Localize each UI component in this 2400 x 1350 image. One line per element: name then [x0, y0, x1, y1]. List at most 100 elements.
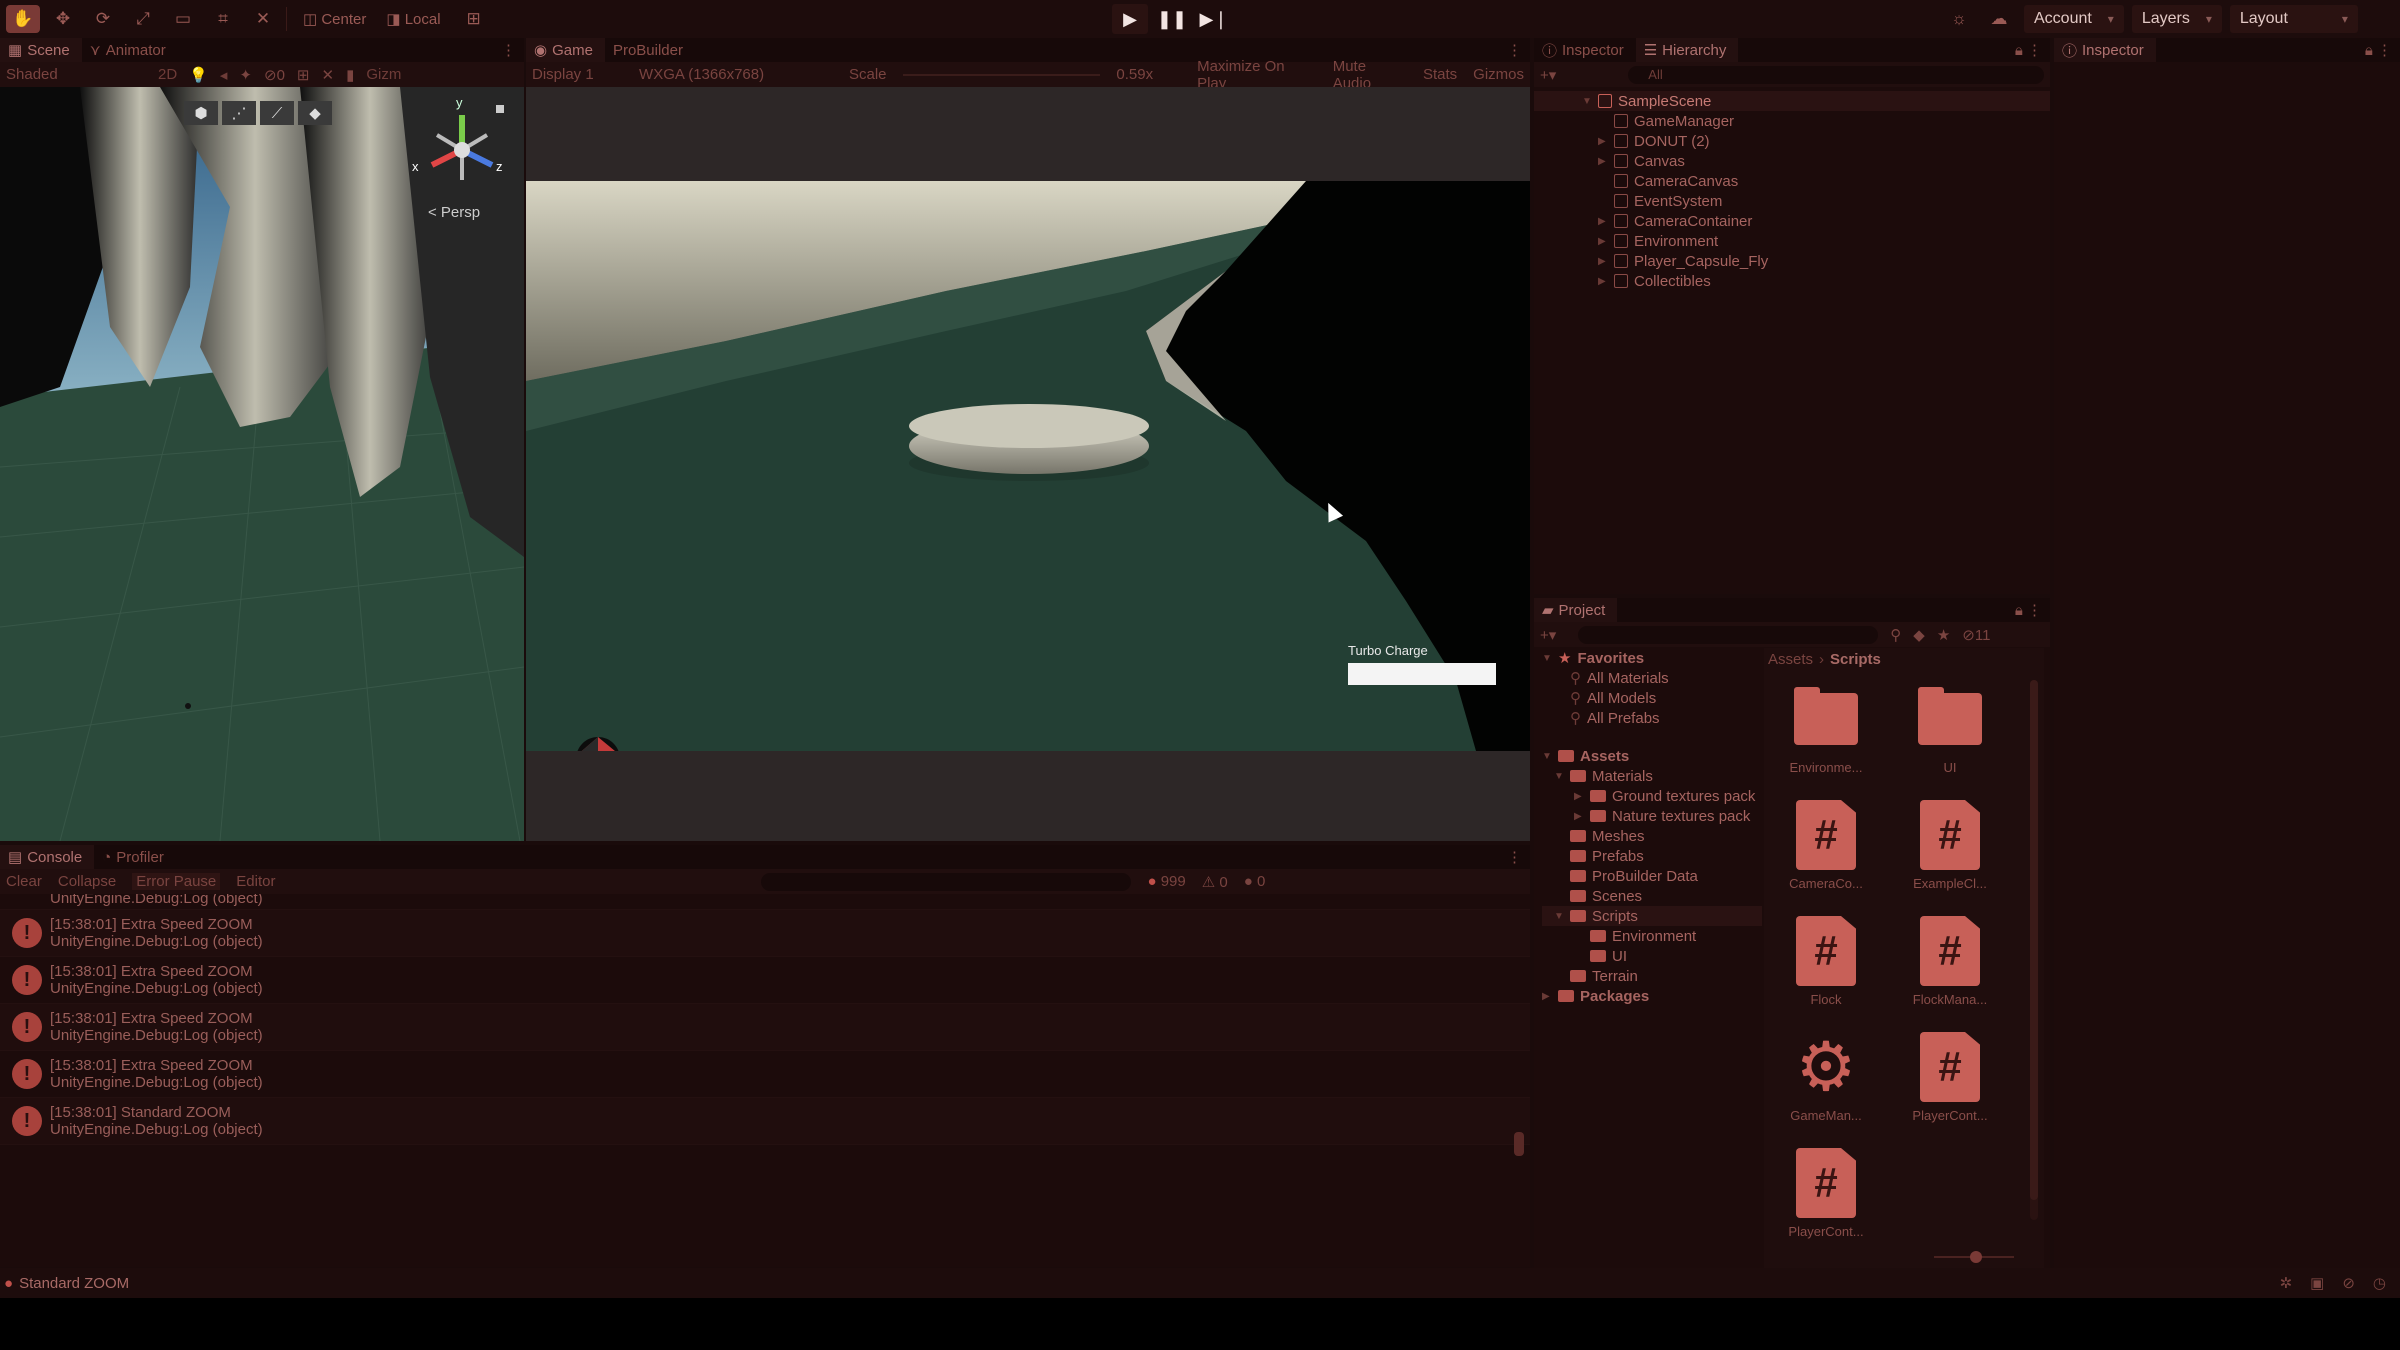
- lock-icon[interactable]: 🔒︎ ⋮: [2365, 41, 2400, 59]
- tab-probuilder[interactable]: ProBuilder: [605, 38, 695, 62]
- package-icon[interactable]: ▣: [2310, 1274, 2324, 1292]
- project-tree-item[interactable]: UI: [1542, 946, 1762, 966]
- project-tree-item[interactable]: ▼ Materials: [1542, 766, 1762, 786]
- account-dropdown[interactable]: Account: [2024, 5, 2124, 33]
- rotate-tool-icon[interactable]: ⟳: [86, 5, 120, 33]
- hierarchy-item[interactable]: GameManager: [1582, 111, 2050, 131]
- hierarchy-item[interactable]: ▶ Canvas: [1582, 151, 2050, 171]
- tab-console[interactable]: ▤ Console: [0, 845, 95, 869]
- step-button[interactable]: ▶❘: [1196, 4, 1232, 34]
- project-tree-item[interactable]: ▶ Ground textures pack: [1542, 786, 1762, 806]
- log-entry[interactable]: ! [15:38:01] Extra Speed ZOOM UnityEngine.…: [0, 910, 1530, 957]
- hierarchy-item[interactable]: EventSystem: [1582, 191, 2050, 211]
- lock-icon[interactable]: 🔒︎ ⋮: [2015, 601, 2050, 619]
- shading-mode-dropdown[interactable]: Shaded: [6, 66, 146, 83]
- hierarchy-search-input[interactable]: All: [1628, 65, 2044, 84]
- tab-inspector-right[interactable]: ⓘ Inspector: [2054, 38, 2156, 62]
- progress-icon[interactable]: ◷: [2373, 1274, 2386, 1292]
- pivot-space-toggle[interactable]: ◨ Local: [376, 5, 450, 33]
- face-mode-icon[interactable]: ◆: [298, 101, 332, 125]
- pause-button[interactable]: ❚❚: [1154, 4, 1190, 34]
- asset-item[interactable]: # ExampleCl...: [1888, 800, 2012, 891]
- tab-scene[interactable]: ▦ Scene: [0, 38, 82, 62]
- icon-size-slider-thumb[interactable]: [1970, 1251, 1982, 1263]
- asset-item[interactable]: # PlayerCont...: [1888, 1032, 2012, 1123]
- lighting-toggle-icon[interactable]: 💡: [189, 66, 208, 84]
- grid-toggle-icon[interactable]: ⊞: [297, 66, 310, 84]
- breadcrumb-scripts[interactable]: Scripts: [1830, 651, 1881, 668]
- collapse-toggle[interactable]: Collapse: [58, 873, 116, 890]
- hand-tool-icon[interactable]: ✋: [6, 5, 40, 33]
- cloud-icon[interactable]: ☁: [1982, 5, 2016, 33]
- panel-menu-icon[interactable]: ⋮: [1507, 41, 1530, 59]
- toggle-2d-button[interactable]: 2D: [158, 66, 177, 83]
- favorites-header[interactable]: ▼ ★ Favorites: [1542, 648, 1762, 668]
- console-scrollbar[interactable]: [1514, 904, 1524, 1164]
- hierarchy-item[interactable]: ▶ CameraContainer: [1582, 211, 2050, 231]
- hidden-objects-count[interactable]: ⊘0: [264, 66, 285, 84]
- tab-project[interactable]: ▰ Project: [1534, 598, 1618, 622]
- error-count-toggle[interactable]: ● 999: [1147, 873, 1185, 890]
- assets-root[interactable]: ▼ Assets: [1542, 746, 1762, 766]
- favorite-star-icon[interactable]: ★: [1937, 626, 1950, 644]
- asset-item[interactable]: # PlayerCont...: [1764, 1148, 1888, 1239]
- debug-mode-icon[interactable]: ⊘: [2342, 1274, 2355, 1292]
- editor-dropdown[interactable]: Editor: [236, 873, 275, 890]
- hierarchy-item[interactable]: CameraCanvas: [1582, 171, 2050, 191]
- hierarchy-item[interactable]: ▶ Environment: [1582, 231, 2050, 251]
- audio-toggle-icon[interactable]: ◂: [220, 66, 228, 84]
- expand-arrow-icon[interactable]: ▶: [1598, 236, 1608, 247]
- log-entry[interactable]: ! [15:38:01] Standard ZOOM UnityEngine.Deb…: [0, 1098, 1530, 1145]
- edge-mode-icon[interactable]: ⟋: [260, 101, 294, 125]
- scale-tool-icon[interactable]: ⤢: [126, 5, 160, 33]
- scale-slider[interactable]: [902, 73, 1101, 76]
- bug-icon[interactable]: ✲: [2280, 1274, 2293, 1292]
- asset-item[interactable]: ⚙ GameMan...: [1764, 1032, 1888, 1123]
- favorite-item[interactable]: ⚲ All Prefabs: [1542, 708, 1762, 728]
- move-tool-icon[interactable]: ✥: [46, 5, 80, 33]
- scene-gizmos-dropdown[interactable]: Gizm: [366, 66, 401, 83]
- scene-gizmo-axes[interactable]: [412, 95, 512, 205]
- project-search-input[interactable]: [1578, 625, 1879, 644]
- display-dropdown[interactable]: Display 1: [532, 66, 623, 83]
- clear-button[interactable]: Clear: [6, 873, 42, 890]
- icon-size-slider[interactable]: [1934, 1251, 2014, 1263]
- log-entry[interactable]: ! [15:38:01] Extra Speed ZOOM UnityEngine.…: [0, 1051, 1530, 1098]
- layout-dropdown[interactable]: Layout: [2229, 5, 2358, 33]
- scene-root[interactable]: ▼ SampleScene: [1534, 91, 2050, 111]
- layers-dropdown[interactable]: Layers: [2131, 5, 2222, 33]
- project-tree-item[interactable]: Scenes: [1542, 886, 1762, 906]
- expand-arrow-icon[interactable]: ▶: [1598, 156, 1608, 167]
- pivot-center-toggle[interactable]: ◫ Center: [293, 5, 376, 33]
- tab-hierarchy[interactable]: ☰ Hierarchy: [1635, 38, 1739, 62]
- asset-scrollbar[interactable]: [2030, 680, 2038, 1220]
- expand-arrow-icon[interactable]: ▶: [1598, 256, 1608, 267]
- tools-toggle-icon[interactable]: ✕: [321, 66, 334, 84]
- project-tree-item[interactable]: Prefabs: [1542, 846, 1762, 866]
- favorite-item[interactable]: ⚲ All Materials: [1542, 668, 1762, 688]
- project-tree-item[interactable]: Environment: [1542, 926, 1762, 946]
- scene-viewport[interactable]: ⬢ ⋰ ⟋ ◆ y x z < Persp: [0, 87, 524, 841]
- lock-icon[interactable]: 🔒︎ ⋮: [2015, 41, 2050, 59]
- create-asset-button[interactable]: +▾: [1540, 626, 1556, 644]
- hierarchy-item[interactable]: ▶ Collectibles: [1582, 271, 2050, 291]
- project-tree-item[interactable]: ▶ Nature textures pack: [1542, 806, 1762, 826]
- project-tree-item[interactable]: ▼ Scripts: [1542, 906, 1762, 926]
- play-button[interactable]: ▶: [1112, 4, 1148, 34]
- hidden-packages-toggle[interactable]: ⊘11: [1962, 626, 1990, 644]
- vertex-mode-icon[interactable]: ⋰: [222, 101, 256, 125]
- asset-item[interactable]: UI: [1888, 684, 2012, 775]
- tab-inspector[interactable]: ⓘ Inspector: [1534, 38, 1636, 62]
- console-search-input[interactable]: [761, 872, 1132, 891]
- log-entry[interactable]: ! [15:38:01] Extra Speed ZOOM UnityEngine.…: [0, 957, 1530, 1004]
- console-scroll-thumb[interactable]: [1514, 1132, 1524, 1156]
- project-tree-item[interactable]: ProBuilder Data: [1542, 866, 1762, 886]
- expand-arrow-icon[interactable]: ▶: [1598, 216, 1608, 227]
- stats-toggle[interactable]: Stats: [1423, 66, 1457, 83]
- project-tree-item[interactable]: Meshes: [1542, 826, 1762, 846]
- services-icon[interactable]: ☼: [1942, 5, 1976, 33]
- asset-item[interactable]: # CameraCo...: [1764, 800, 1888, 891]
- expand-arrow-icon[interactable]: ▶: [1598, 136, 1608, 147]
- project-tree-item[interactable]: Terrain: [1542, 966, 1762, 986]
- panel-menu-icon[interactable]: ⋮: [1507, 848, 1530, 866]
